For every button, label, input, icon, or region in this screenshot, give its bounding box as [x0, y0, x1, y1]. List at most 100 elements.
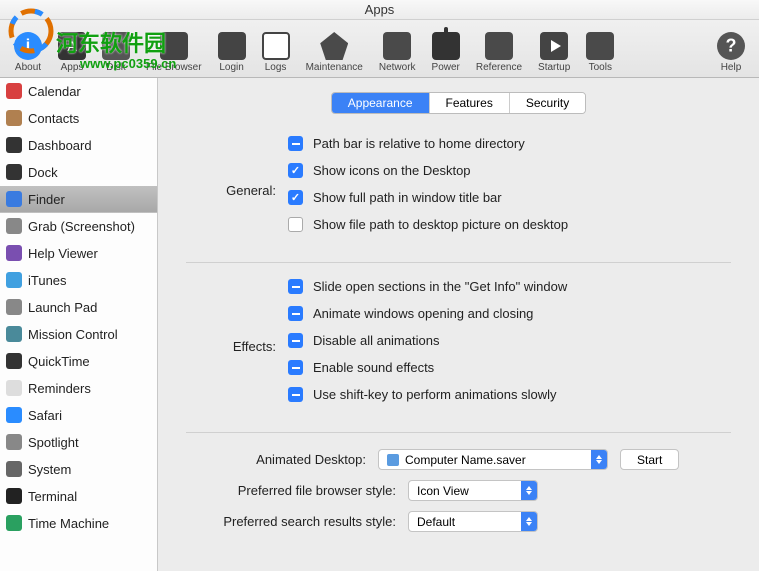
- tb-power[interactable]: Power: [432, 32, 460, 73]
- tb-help[interactable]: Help: [717, 32, 745, 73]
- option-text: Show full path in window title bar: [313, 190, 502, 205]
- checkbox[interactable]: [288, 190, 303, 205]
- sidebar-item-label: Safari: [28, 408, 62, 423]
- animated-desktop-select[interactable]: Computer Name.saver: [378, 449, 608, 470]
- tb-logs[interactable]: Logs: [262, 32, 290, 73]
- power-icon: [432, 32, 460, 60]
- search-results-style-label: Preferred search results style:: [186, 514, 396, 529]
- content-pane: Appearance Features Security General: Pa…: [158, 78, 759, 571]
- sidebar-item-launch-pad[interactable]: Launch Pad: [0, 294, 157, 321]
- option-text: Path bar is relative to home directory: [313, 136, 525, 151]
- option-text: Animate windows opening and closing: [313, 306, 533, 321]
- sidebar-item-itunes[interactable]: iTunes: [0, 267, 157, 294]
- help-icon: [717, 32, 745, 60]
- file-browser-style-select[interactable]: Icon View: [408, 480, 538, 501]
- general-option: Show full path in window title bar: [288, 190, 731, 205]
- sidebar-item-calendar[interactable]: Calendar: [0, 78, 157, 105]
- sidebar-item-label: Contacts: [28, 111, 79, 126]
- app-icon: [6, 164, 22, 180]
- checkbox[interactable]: [288, 217, 303, 232]
- tb-tools[interactable]: Tools: [586, 32, 614, 73]
- window-title: Apps: [0, 0, 759, 20]
- tb-about[interactable]: About: [14, 32, 42, 73]
- sidebar-item-label: System: [28, 462, 71, 477]
- tab-security[interactable]: Security: [510, 93, 585, 113]
- checkbox[interactable]: [288, 387, 303, 402]
- effects-option: Use shift-key to perform animations slow…: [288, 387, 731, 402]
- checkbox[interactable]: [288, 163, 303, 178]
- effects-option: Enable sound effects: [288, 360, 731, 375]
- apps-icon: [58, 32, 86, 60]
- sidebar-item-mission-control[interactable]: Mission Control: [0, 321, 157, 348]
- search-results-style-select[interactable]: Default: [408, 511, 538, 532]
- sidebar-item-finder[interactable]: Finder: [0, 186, 157, 213]
- checkbox[interactable]: [288, 360, 303, 375]
- tb-disk[interactable]: Disk: [102, 32, 130, 73]
- network-icon: [383, 32, 411, 60]
- sidebar-item-quicktime[interactable]: QuickTime: [0, 348, 157, 375]
- effects-option: Disable all animations: [288, 333, 731, 348]
- chevron-updown-icon: [591, 450, 607, 469]
- general-option: Show icons on the Desktop: [288, 163, 731, 178]
- sidebar-item-label: Dashboard: [28, 138, 92, 153]
- sidebar-item-label: Reminders: [28, 381, 91, 396]
- sidebar-item-terminal[interactable]: Terminal: [0, 483, 157, 510]
- sidebar-item-label: Time Machine: [28, 516, 109, 531]
- tb-file-browser[interactable]: File Browser: [146, 32, 202, 73]
- app-icon: [6, 380, 22, 396]
- sidebar-item-dashboard[interactable]: Dashboard: [0, 132, 157, 159]
- tab-appearance[interactable]: Appearance: [332, 93, 430, 113]
- app-icon: [6, 218, 22, 234]
- checkbox[interactable]: [288, 333, 303, 348]
- tb-maintenance[interactable]: Maintenance: [306, 32, 363, 73]
- sidebar-item-label: QuickTime: [28, 354, 90, 369]
- tb-network[interactable]: Network: [379, 32, 416, 73]
- checkbox[interactable]: [288, 306, 303, 321]
- app-icon: [6, 83, 22, 99]
- app-icon: [6, 299, 22, 315]
- tb-login[interactable]: Login: [218, 32, 246, 73]
- start-button[interactable]: Start: [620, 449, 679, 470]
- tb-apps[interactable]: Apps: [58, 32, 86, 73]
- sidebar-item-contacts[interactable]: Contacts: [0, 105, 157, 132]
- app-icon: [6, 488, 22, 504]
- tb-startup[interactable]: Startup: [538, 32, 570, 73]
- sidebar-item-dock[interactable]: Dock: [0, 159, 157, 186]
- sidebar-item-label: Dock: [28, 165, 58, 180]
- effects-option: Animate windows opening and closing: [288, 306, 731, 321]
- option-text: Disable all animations: [313, 333, 439, 348]
- checkbox[interactable]: [288, 279, 303, 294]
- tb-reference[interactable]: Reference: [476, 32, 522, 73]
- option-text: Show icons on the Desktop: [313, 163, 471, 178]
- toolbar: About Apps Disk File Browser Login Logs …: [0, 20, 759, 78]
- tab-features[interactable]: Features: [430, 93, 510, 113]
- general-option: Path bar is relative to home directory: [288, 136, 731, 151]
- sidebar-item-spotlight[interactable]: Spotlight: [0, 429, 157, 456]
- app-icon: [6, 245, 22, 261]
- app-icon: [6, 137, 22, 153]
- reference-icon: [485, 32, 513, 60]
- sidebar-item-label: Help Viewer: [28, 246, 98, 261]
- sidebar-item-help-viewer[interactable]: Help Viewer: [0, 240, 157, 267]
- app-icon: [6, 110, 22, 126]
- option-text: Use shift-key to perform animations slow…: [313, 387, 556, 402]
- sidebar-item-label: Mission Control: [28, 327, 118, 342]
- tools-icon: [586, 32, 614, 60]
- sidebar-item-system[interactable]: System: [0, 456, 157, 483]
- tab-segmented-control: Appearance Features Security: [186, 92, 731, 114]
- sidebar-item-safari[interactable]: Safari: [0, 402, 157, 429]
- disk-icon: [102, 32, 130, 60]
- sidebar-item-reminders[interactable]: Reminders: [0, 375, 157, 402]
- file-browser-icon: [160, 32, 188, 60]
- app-icon: [6, 272, 22, 288]
- sidebar-item-time-machine[interactable]: Time Machine: [0, 510, 157, 537]
- logs-icon: [262, 32, 290, 60]
- general-label: General:: [186, 183, 276, 198]
- app-icon: [6, 407, 22, 423]
- sidebar-item-grab-screenshot-[interactable]: Grab (Screenshot): [0, 213, 157, 240]
- startup-icon: [540, 32, 568, 60]
- checkbox[interactable]: [288, 136, 303, 151]
- about-icon: [14, 32, 42, 60]
- effects-label: Effects:: [186, 339, 276, 354]
- file-browser-style-label: Preferred file browser style:: [186, 483, 396, 498]
